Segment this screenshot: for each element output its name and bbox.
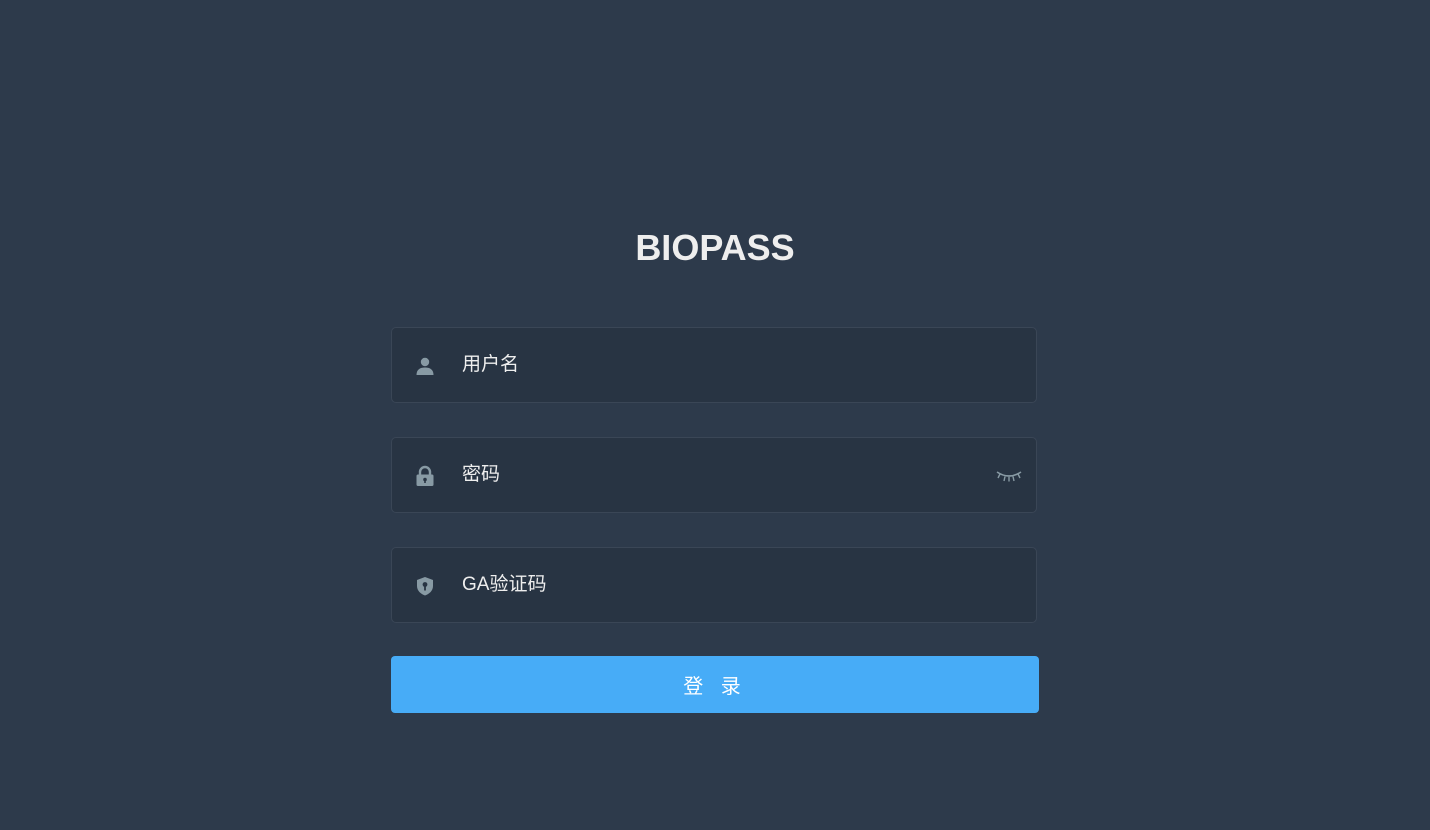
ga-code-input[interactable] xyxy=(462,548,982,622)
login-button[interactable]: 登 录 xyxy=(391,656,1039,713)
lock-icon xyxy=(414,465,436,487)
login-page: BIOPASS 用户名 GA验证码 登 录 xyxy=(0,0,1430,830)
username-field[interactable] xyxy=(391,327,1037,403)
username-input[interactable] xyxy=(462,328,982,402)
user-icon xyxy=(414,355,436,377)
eye-closed-icon[interactable] xyxy=(996,465,1022,487)
app-title: BIOPASS xyxy=(635,227,795,268)
shield-icon xyxy=(414,575,436,597)
password-field[interactable] xyxy=(391,437,1037,513)
password-input[interactable] xyxy=(462,438,982,512)
ga-code-field[interactable] xyxy=(391,547,1037,623)
